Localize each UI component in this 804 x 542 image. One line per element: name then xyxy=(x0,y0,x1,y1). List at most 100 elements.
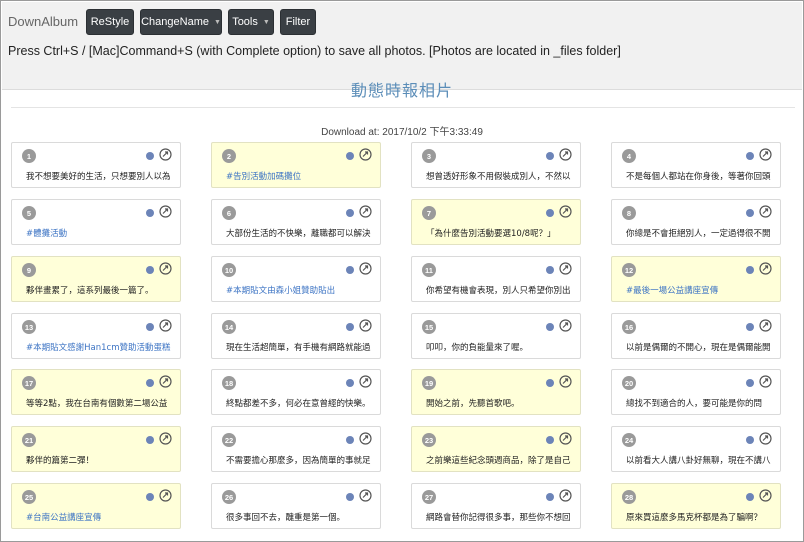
pin-icon[interactable] xyxy=(546,266,554,274)
share-icon[interactable] xyxy=(759,148,772,161)
share-icon[interactable] xyxy=(359,319,372,332)
pin-icon[interactable] xyxy=(546,152,554,160)
tools-button[interactable]: Tools ▼ xyxy=(228,9,274,35)
share-icon[interactable] xyxy=(359,432,372,445)
share-icon[interactable] xyxy=(159,375,172,388)
pin-icon[interactable] xyxy=(546,436,554,444)
pin-icon[interactable] xyxy=(746,152,754,160)
photo-card[interactable]: 18 終點都差不多，何必在意曾經的快樂。 xyxy=(211,369,381,415)
photo-card[interactable]: 2 #告別活動加碼攤位 xyxy=(211,142,381,188)
card-number-badge: 22 xyxy=(222,433,236,447)
pin-icon[interactable] xyxy=(546,379,554,387)
photo-card[interactable]: 4 不是每個人都站在你身後，等著你回頭 xyxy=(611,142,781,188)
share-icon[interactable] xyxy=(159,262,172,275)
share-icon[interactable] xyxy=(559,148,572,161)
photo-card[interactable]: 1 我不想要美好的生活，只想要別人以為 xyxy=(11,142,181,188)
pin-icon[interactable] xyxy=(346,379,354,387)
pin-icon[interactable] xyxy=(146,152,154,160)
pin-icon[interactable] xyxy=(346,152,354,160)
pin-icon[interactable] xyxy=(746,493,754,501)
share-icon[interactable] xyxy=(759,489,772,502)
share-icon[interactable] xyxy=(359,262,372,275)
pin-icon[interactable] xyxy=(346,209,354,217)
share-icon[interactable] xyxy=(159,205,172,218)
share-icon[interactable] xyxy=(159,489,172,502)
filter-button[interactable]: Filter xyxy=(280,9,316,35)
pin-icon[interactable] xyxy=(346,493,354,501)
share-icon[interactable] xyxy=(359,205,372,218)
card-caption-link[interactable]: #本期貼文由森小姐贊助貼出 xyxy=(226,285,376,297)
card-caption: 以前看大人講八卦好無聊，現在不講八 xyxy=(626,456,771,466)
pin-icon[interactable] xyxy=(346,266,354,274)
share-icon[interactable] xyxy=(759,205,772,218)
card-caption: 夥伴的篇第二彈！ xyxy=(26,456,95,466)
photo-card[interactable]: 8 你總是不會拒絕別人，一定過得很不開 xyxy=(611,199,781,245)
photo-card[interactable]: 15 叩叩，你的負能量來了喔。 xyxy=(411,313,581,359)
photo-card[interactable]: 25 #台南公益講座宣傳 xyxy=(11,483,181,529)
share-icon[interactable] xyxy=(359,148,372,161)
share-icon[interactable] xyxy=(759,432,772,445)
card-caption-link[interactable]: #台南公益講座宣傳 xyxy=(26,512,176,524)
card-caption-link[interactable]: #最後一場公益講座宣傳 xyxy=(626,285,776,297)
photo-card[interactable]: 16 以前是偶爾的不開心，現在是偶爾能開 xyxy=(611,313,781,359)
pin-icon[interactable] xyxy=(146,379,154,387)
share-icon[interactable] xyxy=(159,319,172,332)
share-icon[interactable] xyxy=(559,432,572,445)
photo-card[interactable]: 10 #本期貼文由森小姐贊助貼出 xyxy=(211,256,381,302)
share-icon[interactable] xyxy=(559,375,572,388)
pin-icon[interactable] xyxy=(346,436,354,444)
share-icon[interactable] xyxy=(159,148,172,161)
photo-card[interactable]: 5 #體攤活動 xyxy=(11,199,181,245)
pin-icon[interactable] xyxy=(746,209,754,217)
share-icon[interactable] xyxy=(359,489,372,502)
share-icon[interactable] xyxy=(159,432,172,445)
card-number-badge: 23 xyxy=(422,433,436,447)
photo-card[interactable]: 11 你希望有機會表現，別人只希望你別出 xyxy=(411,256,581,302)
card-caption: 原來買這麼多馬克杯都是為了騙啊？ xyxy=(626,513,763,523)
card-caption-link[interactable]: #本期貼文感謝Han1cm贊助活動蛋糕 xyxy=(26,342,176,354)
photo-card[interactable]: 14 現在生活超簡單，有手機有網路就能過 xyxy=(211,313,381,359)
pin-icon[interactable] xyxy=(146,323,154,331)
share-icon[interactable] xyxy=(559,489,572,502)
photo-card[interactable]: 24 以前看大人講八卦好無聊，現在不講八 xyxy=(611,426,781,472)
restyle-button[interactable]: ReStyle xyxy=(86,9,134,35)
pin-icon[interactable] xyxy=(746,379,754,387)
photo-card[interactable]: 6 大部份生活的不快樂，離職都可以解決 xyxy=(211,199,381,245)
share-icon[interactable] xyxy=(559,319,572,332)
pin-icon[interactable] xyxy=(746,266,754,274)
photo-card[interactable]: 17 等等2點，我在台南有個數第二場公益 xyxy=(11,369,181,415)
photo-card[interactable]: 7 「為什麼告別活動要選10/8呢？」 xyxy=(411,199,581,245)
photo-card[interactable]: 21 夥伴的篇第二彈！ xyxy=(11,426,181,472)
pin-icon[interactable] xyxy=(346,323,354,331)
photo-card[interactable]: 20 總找不到適合的人，要可能是你的問 xyxy=(611,369,781,415)
photo-card[interactable]: 23 之前樂這些紀念頭週商品，除了是自己 xyxy=(411,426,581,472)
photo-card[interactable]: 3 想曾透好形象不用假裝成別人，不然以 xyxy=(411,142,581,188)
pin-icon[interactable] xyxy=(546,323,554,331)
share-icon[interactable] xyxy=(759,262,772,275)
pin-icon[interactable] xyxy=(146,209,154,217)
photo-card[interactable]: 27 網路會替你記得很多事，那些你不想回 xyxy=(411,483,581,529)
card-caption-link[interactable]: #體攤活動 xyxy=(26,228,176,240)
photo-card[interactable]: 19 開始之前，先聽首歌吧。 xyxy=(411,369,581,415)
changename-button[interactable]: ChangeName ▼ xyxy=(140,9,222,35)
pin-icon[interactable] xyxy=(746,436,754,444)
photo-card[interactable]: 22 不需要擔心那麼多，因為簡單的事就足 xyxy=(211,426,381,472)
share-icon[interactable] xyxy=(559,205,572,218)
pin-icon[interactable] xyxy=(146,266,154,274)
photo-card[interactable]: 13 #本期貼文感謝Han1cm贊助活動蛋糕 xyxy=(11,313,181,359)
pin-icon[interactable] xyxy=(746,323,754,331)
photo-card[interactable]: 28 原來買這麼多馬克杯都是為了騙啊？ xyxy=(611,483,781,529)
pin-icon[interactable] xyxy=(546,493,554,501)
pin-icon[interactable] xyxy=(146,436,154,444)
photo-card[interactable]: 9 夥伴畫累了，這系列最後一篇了。 xyxy=(11,256,181,302)
pin-icon[interactable] xyxy=(146,493,154,501)
share-icon[interactable] xyxy=(359,375,372,388)
divider xyxy=(11,107,795,108)
photo-card[interactable]: 26 很多事回不去，醜重是第一個。 xyxy=(211,483,381,529)
card-caption-link[interactable]: #告別活動加碼攤位 xyxy=(226,171,376,183)
pin-icon[interactable] xyxy=(546,209,554,217)
share-icon[interactable] xyxy=(559,262,572,275)
share-icon[interactable] xyxy=(759,319,772,332)
photo-card[interactable]: 12 #最後一場公益講座宣傳 xyxy=(611,256,781,302)
share-icon[interactable] xyxy=(759,375,772,388)
